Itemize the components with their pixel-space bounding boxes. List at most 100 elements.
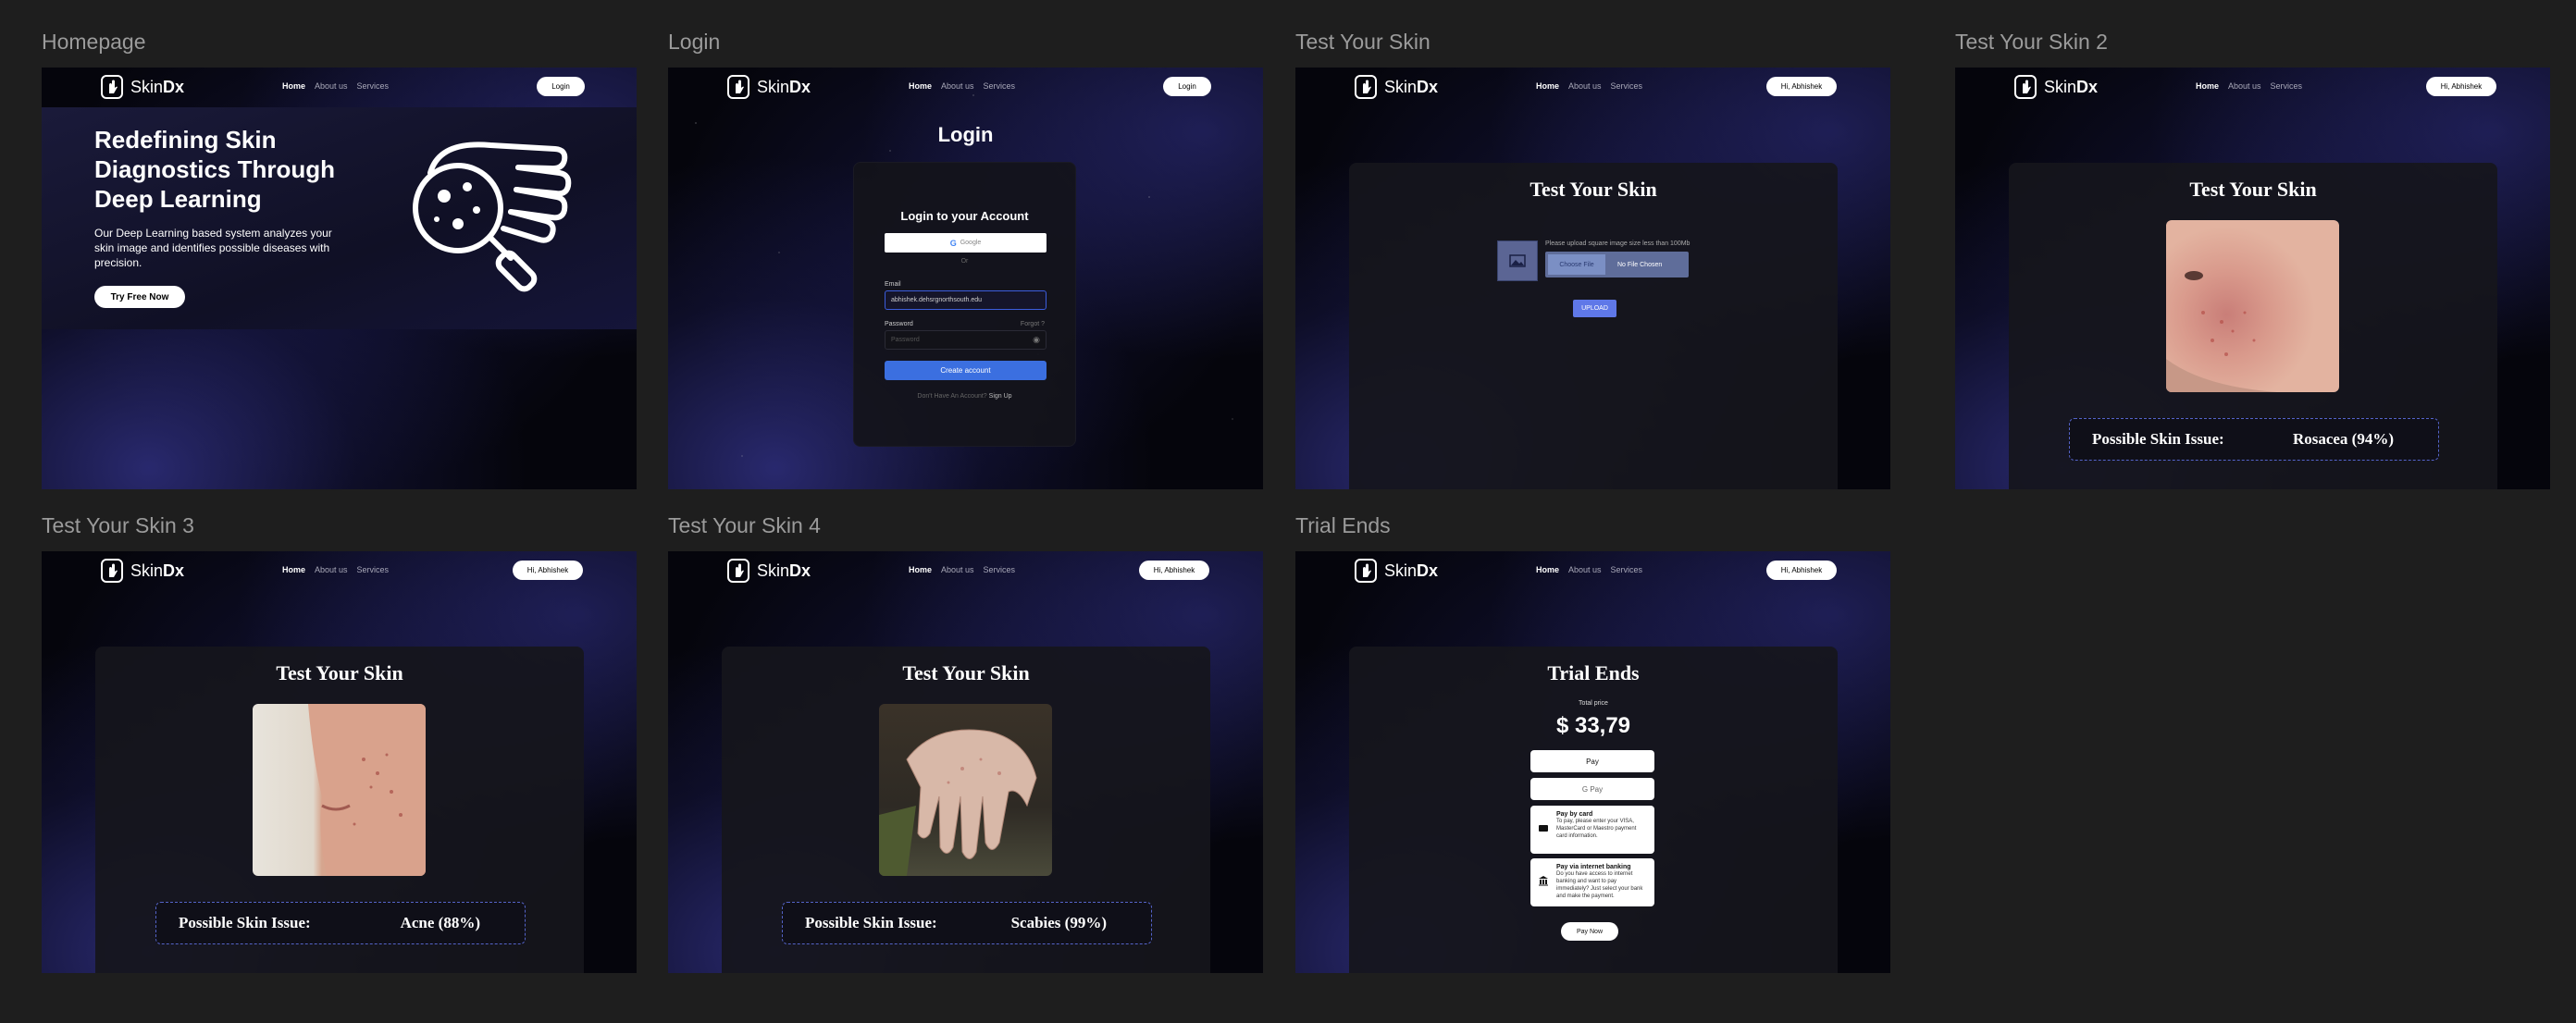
card-title: Test Your Skin (1530, 178, 1657, 201)
frame-login: SkinDx Home About us Services Login Logi… (668, 68, 1263, 489)
nav-links: Home About us Services (1536, 81, 1642, 91)
result-value: Acne (88%) (400, 914, 480, 931)
nav-home[interactable]: Home (282, 81, 305, 91)
nav-services[interactable]: Services (984, 565, 1016, 574)
bank-desc: Do you have access to internet banking a… (1556, 871, 1643, 899)
brand-name: SkinDx (130, 77, 185, 96)
test-card: Test Your Skin Possible Skin Issue: Acne… (95, 647, 584, 973)
internet-banking-option[interactable]: Pay via internet banking Do you have acc… (1530, 858, 1654, 906)
nav-home[interactable]: Home (1536, 81, 1559, 91)
brand-logo[interactable]: SkinDx (101, 559, 184, 583)
try-free-button[interactable]: Try Free Now (94, 286, 185, 308)
nav-services[interactable]: Services (984, 81, 1016, 91)
nav-home[interactable]: Home (1536, 565, 1559, 574)
test-card: Test Your Skin Possible Skin Issue: Scab… (722, 647, 1210, 973)
email-field[interactable]: abhishek.dehsrgnorthsouth.edu (885, 290, 1046, 310)
hand-icon (2014, 75, 2037, 99)
signup-link[interactable]: Sign Up (989, 393, 1012, 400)
nav-services[interactable]: Services (1611, 81, 1643, 91)
result-box: Possible Skin Issue: Scabies (99%) (782, 902, 1152, 944)
frame-label-trial: Trial Ends (1295, 513, 1391, 537)
card-title: Test Your Skin (276, 661, 403, 684)
nav-home[interactable]: Home (282, 565, 305, 574)
choose-file-button[interactable]: Choose File (1548, 254, 1605, 275)
brand-logo[interactable]: SkinDx (1355, 559, 1438, 583)
user-menu-button[interactable]: Hi, Abhishek (1139, 561, 1209, 580)
nav-about[interactable]: About us (1568, 565, 1602, 574)
nav-services[interactable]: Services (2271, 81, 2303, 91)
brand-logo[interactable]: SkinDx (727, 75, 811, 99)
user-menu-button[interactable]: Hi, Abhishek (1766, 77, 1837, 96)
nav-about[interactable]: About us (2228, 81, 2261, 91)
google-label: Google (960, 240, 982, 246)
google-pay-button[interactable]: G Pay (1530, 778, 1654, 800)
login-card-title: Login to your Account (900, 209, 1029, 223)
test-card: Test Your Skin (1349, 163, 1838, 489)
brand-logo[interactable]: SkinDx (2014, 75, 2098, 99)
user-menu-button[interactable]: Hi, Abhishek (1766, 561, 1837, 580)
hand-icon (727, 559, 749, 583)
brand-logo[interactable]: SkinDx (101, 75, 184, 99)
navbar: SkinDx Home About us Services Login (668, 68, 1263, 107)
nav-about[interactable]: About us (1568, 81, 1602, 91)
total-price-label: Total price (1579, 700, 1608, 707)
nav-about[interactable]: About us (941, 565, 974, 574)
password-field[interactable]: Password ◉ (885, 330, 1046, 350)
result-box: Possible Skin Issue: Rosacea (94%) (2069, 418, 2439, 461)
google-signin-button[interactable]: G Google (885, 233, 1046, 253)
card-title: Trial Ends (1547, 661, 1640, 684)
password-placeholder: Password (891, 337, 920, 343)
hand-icon (727, 75, 749, 99)
test-card: Test Your Skin Possible Skin Issue: Rosa… (2009, 163, 2497, 489)
frame-label-homepage: Homepage (42, 30, 146, 54)
result-value: Scabies (99%) (1010, 914, 1107, 931)
pay-card-desc: To pay, please enter your VISA, MasterCa… (1556, 819, 1637, 839)
pay-now-button[interactable]: Pay Now (1561, 922, 1618, 941)
image-icon (1497, 240, 1538, 281)
file-input[interactable]: Choose File No File Chosen (1545, 252, 1689, 277)
hand-icon (101, 559, 123, 583)
navbar: SkinDx Home About us Services Hi, Abhish… (42, 551, 637, 591)
nav-home[interactable]: Home (2196, 81, 2219, 91)
eye-icon[interactable]: ◉ (1033, 335, 1040, 345)
apple-pay-button[interactable]: Pay (1530, 750, 1654, 772)
create-account-button[interactable]: Create account (885, 361, 1046, 380)
navbar: SkinDx Home About us Services Login (42, 68, 637, 107)
user-menu-button[interactable]: Hi, Abhishek (2426, 77, 2496, 96)
result-label: Possible Skin Issue: (805, 914, 937, 931)
frame-test3: SkinDx Home About us Services Hi, Abhish… (42, 551, 637, 973)
user-menu-button[interactable]: Hi, Abhishek (513, 561, 583, 580)
card-icon (1539, 825, 1548, 832)
upload-button[interactable]: UPLOAD (1573, 300, 1616, 317)
result-value: Rosacea (94%) (2292, 430, 2394, 448)
navbar: SkinDx Home About us Services Hi, Abhish… (1295, 68, 1890, 107)
nav-about[interactable]: About us (315, 81, 348, 91)
frame-label-test4: Test Your Skin 4 (668, 513, 821, 537)
card-title: Test Your Skin (2189, 178, 2317, 201)
email-label: Email (885, 281, 901, 288)
pay-by-card-option[interactable]: Pay by card To pay, please enter your VI… (1530, 806, 1654, 854)
skin-photo (2166, 220, 2339, 392)
nav-links: Home About us Services (282, 81, 389, 91)
nav-services[interactable]: Services (1611, 565, 1643, 574)
nav-links: Home About us Services (909, 565, 1015, 574)
nav-home[interactable]: Home (909, 81, 932, 91)
trial-card: Trial Ends Total price $ 33,79 Pay G Pay… (1349, 647, 1838, 973)
no-file-text: No File Chosen (1617, 261, 1663, 268)
brand-logo[interactable]: SkinDx (1355, 75, 1438, 99)
total-price: $ 33,79 (1555, 713, 1631, 738)
upload-row: Please upload square image size less tha… (1497, 240, 1690, 281)
nav-services[interactable]: Services (357, 565, 390, 574)
forgot-password-link[interactable]: Forgot ? (1021, 321, 1045, 327)
nav-home[interactable]: Home (909, 565, 932, 574)
login-button[interactable]: Login (537, 77, 585, 96)
brand-logo[interactable]: SkinDx (727, 559, 811, 583)
hero-title: Redefining Skin Diagnostics Through Deep… (94, 126, 335, 213)
frame-test4: SkinDx Home About us Services Hi, Abhish… (668, 551, 1263, 973)
nav-services[interactable]: Services (357, 81, 390, 91)
signup-prompt: Don't Have An Account? Sign Up (917, 393, 1012, 400)
nav-about[interactable]: About us (941, 81, 974, 91)
nav-about[interactable]: About us (315, 565, 348, 574)
pay-card-title: Pay by card (1556, 811, 1593, 818)
login-button[interactable]: Login (1163, 77, 1211, 96)
